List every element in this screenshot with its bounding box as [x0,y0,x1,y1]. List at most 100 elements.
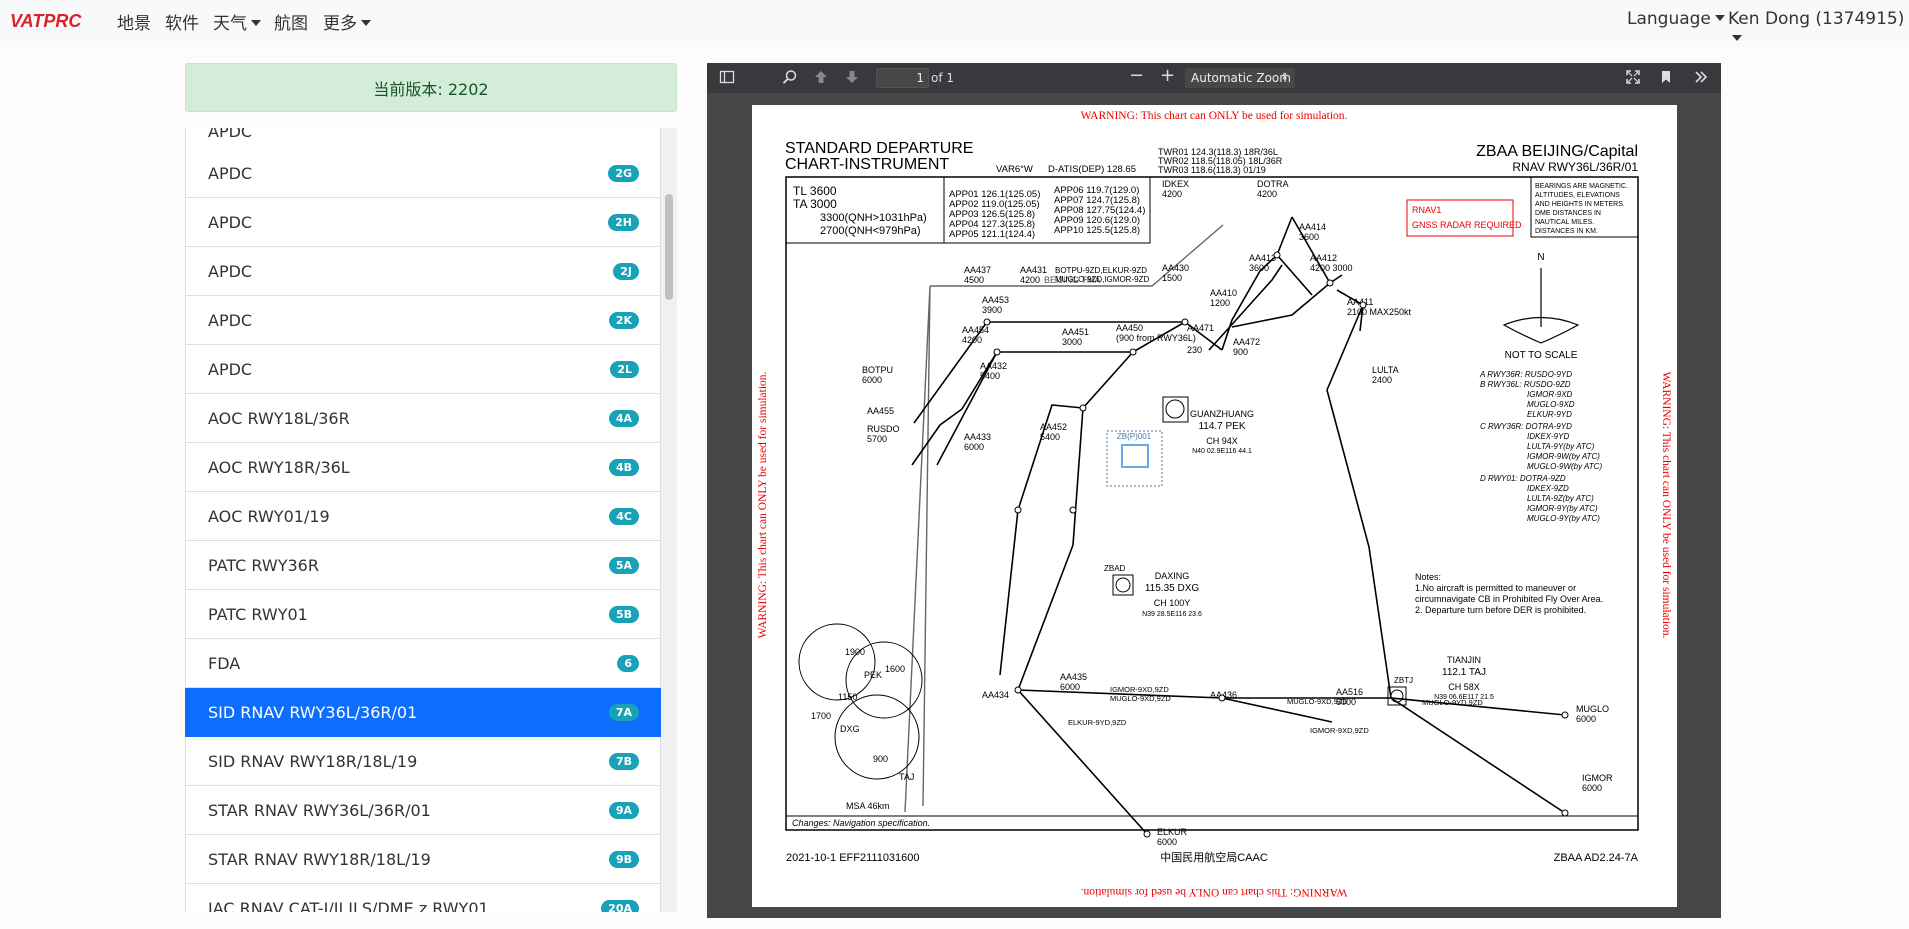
nav-item-software[interactable]: 软件 [165,9,199,34]
waypoint-name: MUGLO [1576,704,1609,714]
list-item[interactable]: APDC 2H [185,198,661,247]
nav-more-label: 更多 [323,14,357,34]
transition-level: TL 3600 [793,184,837,198]
list-scrollbar[interactable] [661,128,677,912]
zoom-in-icon[interactable]: + [1160,67,1175,85]
chart-list[interactable]: APDC APDC 2G APDC 2H APDC 2J APDC 2K APDC 2L … [185,128,661,912]
legend-entry: C RWY36R: DOTRA-9YD [1480,422,1572,431]
sidebar-toggle-icon[interactable] [719,69,735,89]
previous-page-icon[interactable] [813,69,829,89]
zoom-out-icon[interactable]: − [1129,67,1144,85]
list-item-badge: 4B [608,459,639,476]
waypoint-altitude: 5700 [867,434,887,444]
notes-line: circumnavigate CB in Prohibited Fly Over… [1415,594,1603,604]
waypoint-labels: IDKEX 4200 DOTRA 4200 AA414 3600 AA413 3… [862,179,1613,847]
route-label: ELKUR-9YD,9ZD [1068,718,1127,727]
waypoint-altitude: 230 [1187,345,1202,355]
list-item-badge: 2H [608,214,639,231]
msa-value: DXG [840,724,860,734]
list-item[interactable]: IAC RNAV CAT-I/II ILS/DME z RWY01 20A [185,884,661,912]
legend-entry: A RWY36R: RUSDO-9YD [1479,370,1572,379]
waypoint-name: AA451 [1062,327,1089,337]
list-item-badge: 20A [601,900,639,912]
list-item-label: APDC [208,212,253,232]
list-item[interactable]: SID RNAV RWY18R/18L/19 7B [185,737,661,786]
waypoint-name: IGMOR [1582,773,1613,783]
zoom-select[interactable]: Automatic Zoom ⇕ [1185,68,1295,88]
waypoint-name: AA434 [982,690,1009,700]
waypoint-altitude: 6000 [1582,783,1602,793]
brand-logo[interactable]: VATPRC [10,11,81,32]
waypoint-altitude: 900 [1233,347,1248,357]
language-dropdown[interactable]: Language [1627,9,1725,29]
waypoint-name: IDKEX [1162,179,1189,189]
page-number-input[interactable]: 1 [876,68,929,88]
search-icon[interactable] [782,69,798,89]
legend-entry: IGMOR-9XD [1527,390,1573,399]
list-item-label: APDC [208,310,253,330]
list-item-badge: 5A [608,557,639,574]
next-page-icon[interactable] [844,69,860,89]
chart-title-line2: CHART-INSTRUMENT [785,156,949,173]
pdf-viewer: 1 of 1 − + Automatic Zoom ⇕ WARNING: This… [707,63,1721,918]
list-item[interactable]: FDA 6 [185,639,661,688]
chart-reference: ZBAA AD2.24-7A [1554,852,1639,864]
waypoint-name: AA414 [1299,222,1326,232]
list-item-badge: 7B [608,753,639,770]
list-item-label: AOC RWY18L/36R [208,408,350,428]
waypoint-name: AA452 [1040,422,1067,432]
list-item[interactable]: APDC 2K [185,296,661,345]
nav-item-charts[interactable]: 航图 [274,9,308,34]
list-item-label: STAR RNAV RWY36L/36R/01 [208,800,431,820]
list-item-label: PATC RWY36R [208,555,319,575]
pdf-toolbar: 1 of 1 − + Automatic Zoom ⇕ [707,63,1721,93]
pek-vor-ring-icon [1165,399,1185,419]
nav-item-more[interactable]: 更多 [323,9,371,34]
navaid-frequency: 114.7 PEK [1198,421,1245,432]
waypoint-name: AA410 [1210,288,1237,298]
nav-item-scenery[interactable]: 地景 [117,9,151,34]
language-label: Language [1627,9,1711,29]
list-item-badge: 9B [608,851,639,868]
legend-entry: IGMOR-9Y(by ATC) [1527,504,1598,513]
list-item[interactable]: APDC 2L [185,345,661,394]
scrollbar-thumb[interactable] [665,194,673,300]
navaid-channel: CH 58X [1448,682,1480,692]
waypoint-altitude: 3900 [982,305,1002,315]
legend-entry: IDKEX-9ZD [1527,484,1569,493]
list-item[interactable]: PATC RWY36R 5A [185,541,661,590]
pdf-page: WARNING: This chart can ONLY be used for… [752,105,1677,907]
list-item[interactable]: STAR RNAV RWY36L/36R/01 9A [185,786,661,835]
route-label: IGMOR-9XD,9ZD [1310,726,1369,735]
list-item-badge: 6 [617,655,639,672]
list-item-label: SID RNAV RWY36L/36R/01 [208,702,418,722]
user-name: Ken Dong (1374915) [1728,9,1905,29]
app-frequency: APP10 125.5(125.8) [1054,225,1140,236]
list-item[interactable]: AOC RWY18R/36L 4B [185,443,661,492]
bearings-note: BEARINGS ARE MAGNETIC. [1535,183,1628,190]
legend-entry: IDKEX-9YD [1527,432,1569,441]
bearings-note: ALTITUDES, ELEVATIONS [1535,192,1620,199]
list-item[interactable]: PATC RWY01 5B [185,590,661,639]
list-item[interactable]: STAR RNAV RWY18R/18L/19 9B [185,835,661,884]
legend-entry: IGMOR-9W(by ATC) [1527,452,1600,461]
nav-item-weather[interactable]: 天气 [213,9,261,34]
msa-value: 1600 [885,664,905,674]
nav-weather-label: 天气 [213,14,247,34]
fullscreen-icon[interactable] [1625,69,1641,89]
user-menu[interactable]: Ken Dong (1374915) [1728,9,1909,49]
airport-name: ZBAA BEIJING/Capital [1476,143,1638,160]
rnav-requirement: GNSS RADAR REQUIRED [1412,220,1522,230]
list-item-active[interactable]: SID RNAV RWY36L/36R/01 7A [185,688,661,737]
route-lines [911,216,1566,835]
list-item[interactable]: AOC RWY18L/36R 4A [185,394,661,443]
bookmark-icon[interactable] [1658,69,1674,89]
legend-entry: B RWY36L: RUSDO-9ZD [1480,380,1571,389]
list-item[interactable]: APDC 2J [185,247,661,296]
waypoint-name: AA516 [1336,687,1363,697]
list-item[interactable]: APDC 2G [185,149,661,198]
tools-menu-icon[interactable] [1693,69,1709,89]
magnetic-variation: VAR6°W [996,164,1033,175]
list-item[interactable]: AOC RWY01/19 4C [185,492,661,541]
navaid-frequency: 115.35 DXG [1145,583,1200,594]
